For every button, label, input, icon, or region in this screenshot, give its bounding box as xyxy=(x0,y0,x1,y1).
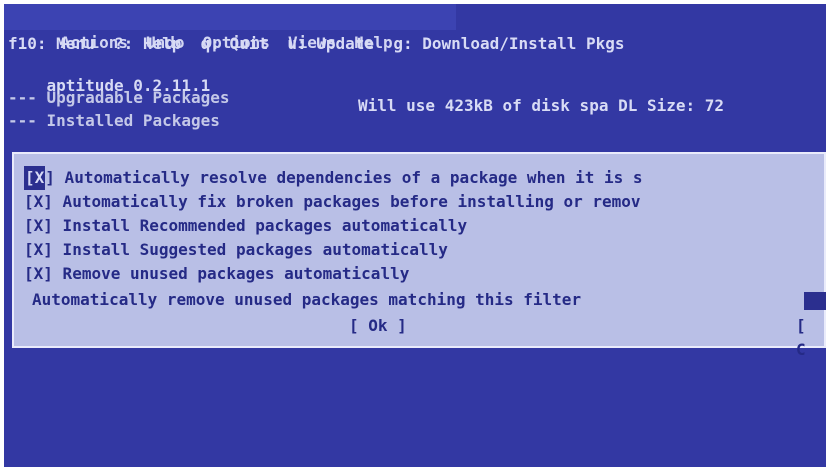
filter-label: Automatically remove unused packages mat… xyxy=(32,290,582,309)
checkbox-fix-broken[interactable]: [X xyxy=(24,190,43,214)
option-label: Automatically fix broken packages before… xyxy=(52,192,641,211)
checkbox-mark: X xyxy=(33,192,44,211)
menu-bar: Actions Undo Options Views Help xyxy=(4,4,456,52)
option-label: Install Recommended packages automatical… xyxy=(52,216,468,235)
checkbox-bracket-open: [ xyxy=(24,264,34,283)
ok-button[interactable]: [ Ok ] xyxy=(349,314,407,338)
checkbox-install-suggested[interactable]: [X xyxy=(24,238,43,262)
status-line: aptitude 0.2.11.1 Will use 423kB of disk… xyxy=(8,56,725,115)
option-fix-broken[interactable]: [X] Automatically fix broken packages be… xyxy=(24,190,641,214)
checkbox-bracket-close: ] xyxy=(43,192,53,211)
checkbox-mark: X xyxy=(34,168,45,187)
option-label: Install Suggested packages automatically xyxy=(52,240,448,259)
checkbox-install-recommended[interactable]: [X xyxy=(24,214,43,238)
option-install-recommended[interactable]: [X] Install Recommended packages automat… xyxy=(24,214,467,238)
tree-item-installed[interactable]: --- Installed Packages xyxy=(8,111,220,133)
checkbox-bracket-close: ] xyxy=(43,240,53,259)
checkbox-resolve-dependencies[interactable]: [X xyxy=(24,166,46,190)
checkbox-bracket-close: ] xyxy=(43,264,53,283)
keybindings-line: f10: Menu ?: Help q: Quit u: Update g: D… xyxy=(8,34,625,53)
option-remove-unused[interactable]: [X] Remove unused packages automatically xyxy=(24,262,409,286)
checkbox-bracket-open: [ xyxy=(24,192,34,211)
checkbox-mark: X xyxy=(33,264,44,283)
terminal-screen: Actions Undo Options Views Help f10: Menu ?:… xyxy=(4,4,826,467)
checkbox-remove-unused[interactable]: [X xyxy=(24,262,43,286)
checkbox-bracket-open: [ xyxy=(24,216,34,235)
checkbox-bracket-close: ] xyxy=(43,216,53,235)
checkbox-mark: X xyxy=(33,240,44,259)
option-label: Automatically resolve dependencies of a … xyxy=(54,168,643,187)
option-resolve-dependencies[interactable]: [X] Automatically resolve dependencies o… xyxy=(24,166,643,190)
cancel-button[interactable]: [ C xyxy=(796,314,824,362)
tree-item-upgradable[interactable]: --- Upgradable Packages xyxy=(8,88,230,110)
disk-usage-label: Will use 423kB of disk spa DL Size: 72 xyxy=(358,96,725,115)
checkbox-mark: X xyxy=(33,216,44,235)
option-label: Remove unused packages automatically xyxy=(52,264,410,283)
checkbox-bracket-open: [ xyxy=(25,168,35,187)
options-dialog: [X] Automatically resolve dependencies o… xyxy=(12,152,826,359)
checkbox-bracket-open: [ xyxy=(24,240,34,259)
option-install-suggested[interactable]: [X] Install Suggested packages automatic… xyxy=(24,238,448,262)
checkbox-bracket-close: ] xyxy=(45,168,55,187)
filter-input[interactable] xyxy=(804,292,826,310)
